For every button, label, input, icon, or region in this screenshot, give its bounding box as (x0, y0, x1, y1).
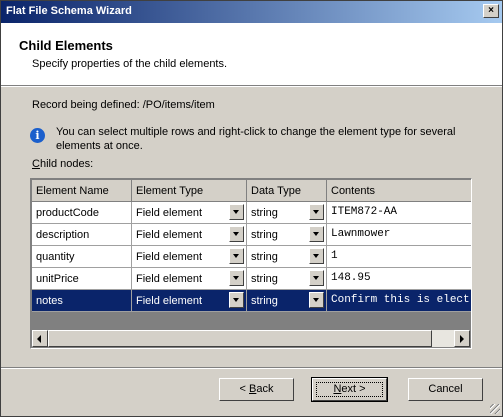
data-type-cell[interactable]: string (247, 268, 327, 290)
table-row[interactable]: unitPrice Field element string 148.95 (32, 268, 471, 290)
info-icon: i (30, 128, 45, 143)
focus-rectangle (316, 382, 383, 397)
data-type-cell[interactable]: string (247, 224, 327, 246)
element-type-value: Field element (136, 295, 203, 307)
child-nodes-label-rest: hild nodes: (39, 158, 94, 170)
data-type-value: string (251, 229, 278, 241)
data-type-value: string (251, 207, 278, 219)
grid-body: Element Name Element Type Data Type Cont… (32, 180, 471, 330)
info-text: You can select multiple rows and right-c… (56, 126, 456, 152)
element-type-dropdown-button[interactable] (229, 292, 244, 308)
window-title: Flat File Schema Wizard (6, 5, 132, 17)
element-type-cell[interactable]: Field element (132, 268, 247, 290)
back-prefix: < (239, 383, 249, 395)
header-divider (1, 86, 502, 87)
back-button[interactable]: < Back (219, 378, 294, 401)
data-type-dropdown-button[interactable] (309, 248, 324, 264)
child-nodes-label: Child nodes: (32, 158, 93, 170)
element-type-value: Field element (136, 273, 203, 285)
back-label: ack (256, 383, 274, 395)
element-name-cell[interactable]: quantity (32, 246, 132, 268)
horizontal-scrollbar[interactable] (32, 330, 470, 347)
contents-cell[interactable]: 148.95 (327, 268, 471, 290)
wizard-header: Child Elements Specify properties of the… (1, 23, 502, 86)
data-type-dropdown-button[interactable] (309, 204, 324, 220)
cancel-button[interactable]: Cancel (408, 378, 483, 401)
title-bar[interactable]: Flat File Schema Wizard × (1, 1, 502, 23)
contents-cell[interactable]: Lawnmower (327, 224, 471, 246)
element-name-cell[interactable]: notes (32, 290, 132, 312)
table-row[interactable]: quantity Field element string 1 (32, 246, 471, 268)
element-name-cell[interactable]: description (32, 224, 132, 246)
element-type-cell[interactable]: Field element (132, 202, 247, 224)
column-header-element-type[interactable]: Element Type (132, 180, 247, 202)
scroll-right-button[interactable] (454, 330, 470, 347)
column-header-contents[interactable]: Contents (327, 180, 471, 202)
element-type-dropdown-button[interactable] (229, 204, 244, 220)
data-type-value: string (251, 273, 278, 285)
column-header-data-type[interactable]: Data Type (247, 180, 327, 202)
table-row-selected[interactable]: notes Field element string Confirm this … (32, 290, 471, 312)
element-type-dropdown-button[interactable] (229, 270, 244, 286)
close-button[interactable]: × (483, 4, 499, 18)
data-type-dropdown-button[interactable] (309, 270, 324, 286)
wizard-window: Flat File Schema Wizard × Child Elements… (0, 0, 503, 417)
next-button[interactable]: Next > (311, 377, 388, 402)
element-type-value: Field element (136, 251, 203, 263)
data-type-value: string (251, 251, 278, 263)
data-type-dropdown-button[interactable] (309, 226, 324, 242)
grid-header-row: Element Name Element Type Data Type Cont… (32, 180, 471, 202)
element-type-cell[interactable]: Field element (132, 224, 247, 246)
data-type-value: string (251, 295, 278, 307)
element-type-dropdown-button[interactable] (229, 226, 244, 242)
element-type-value: Field element (136, 229, 203, 241)
data-type-cell[interactable]: string (247, 246, 327, 268)
resize-grip-icon[interactable] (490, 404, 500, 414)
element-type-dropdown-button[interactable] (229, 248, 244, 264)
contents-cell[interactable]: ITEM872-AA (327, 202, 471, 224)
record-being-defined: Record being defined: /PO/items/item (32, 99, 215, 111)
element-type-cell[interactable]: Field element (132, 246, 247, 268)
button-divider-highlight (1, 368, 502, 369)
element-name-cell[interactable]: unitPrice (32, 268, 132, 290)
child-nodes-grid[interactable]: Element Name Element Type Data Type Cont… (30, 178, 472, 349)
page-title: Child Elements (19, 38, 113, 53)
child-nodes-mnemonic: C (32, 158, 40, 170)
table-row[interactable]: productCode Field element string ITEM872… (32, 202, 471, 224)
scroll-thumb[interactable] (48, 330, 432, 347)
data-type-cell[interactable]: string (247, 290, 327, 312)
record-label: Record being defined: (32, 99, 140, 111)
data-type-cell[interactable]: string (247, 202, 327, 224)
element-name-cell[interactable]: productCode (32, 202, 132, 224)
table-row[interactable]: description Field element string Lawnmow… (32, 224, 471, 246)
column-header-element-name[interactable]: Element Name (32, 180, 132, 202)
record-path: /PO/items/item (142, 99, 215, 111)
contents-cell[interactable]: Confirm this is elect (327, 290, 471, 312)
page-subtitle: Specify properties of the child elements… (32, 58, 228, 70)
scroll-left-button[interactable] (32, 330, 48, 347)
element-type-value: Field element (136, 207, 203, 219)
element-type-cell[interactable]: Field element (132, 290, 247, 312)
data-type-dropdown-button[interactable] (309, 292, 324, 308)
contents-cell[interactable]: 1 (327, 246, 471, 268)
